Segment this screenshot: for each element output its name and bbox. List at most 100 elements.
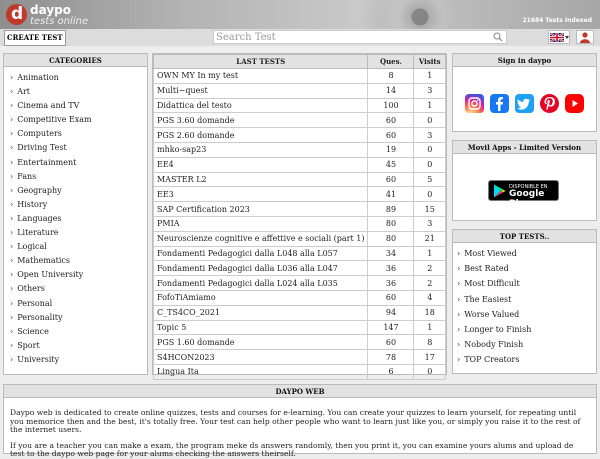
top-tests-item[interactable]: Best Rated [457, 261, 596, 276]
test-name-cell[interactable]: Topic 5 [152, 319, 369, 336]
test-name-cell[interactable]: SAP Certification 2023 [152, 201, 369, 217]
ques-cell: 60 [367, 171, 415, 188]
table-row[interactable]: MASTER L2 60 5 [152, 171, 446, 188]
category-item[interactable]: University [10, 353, 147, 367]
table-row[interactable]: EE4 45 0 [152, 156, 446, 173]
ques-cell: 36 [367, 275, 415, 291]
table-row[interactable]: Didattica del testo 100 1 [152, 97, 446, 114]
table-row[interactable]: Multi~quest 14 3 [152, 82, 446, 99]
table-row[interactable]: PGS 1.60 domande 60 8 [152, 334, 446, 351]
test-name-cell[interactable]: Didattica del testo [152, 97, 369, 114]
categories-title: CATEGORIES [4, 54, 147, 67]
table-row[interactable]: Topic 5 147 1 [152, 319, 446, 336]
test-name-cell[interactable]: Fondamenti Pedagogici dalla L024 alla L0… [152, 275, 369, 291]
test-name-cell[interactable]: mhko-sap23 [152, 141, 369, 158]
twitter-icon[interactable] [515, 94, 534, 113]
google-play-badge[interactable]: DISPONIBLE EN Google Play [488, 180, 559, 209]
table-row[interactable]: PGS 2.60 domande 60 3 [152, 127, 446, 143]
table-row[interactable]: S4HCON2023 78 17 [152, 349, 446, 365]
test-name-cell[interactable]: Fondamenti Pedagogici dalla L048 alla L0… [152, 245, 369, 262]
pinterest-icon[interactable] [540, 94, 559, 113]
test-name-cell[interactable]: PMIA [152, 215, 369, 232]
last-tests-title: LAST TESTS [152, 54, 369, 69]
instagram-icon[interactable] [465, 94, 484, 113]
category-item[interactable]: Sport [10, 339, 147, 353]
table-row[interactable]: PMIA 80 3 [152, 215, 446, 232]
category-item[interactable]: Geography [10, 184, 147, 198]
top-tests-item[interactable]: Nobody Finish [457, 337, 596, 352]
test-name-cell[interactable]: MASTER L2 [152, 171, 369, 188]
categories-panel: CATEGORIES AnimationArtCinema and TVComp… [3, 53, 148, 375]
table-row[interactable]: PGS 3.60 domande 60 0 [152, 112, 446, 129]
category-item[interactable]: Personal [10, 297, 147, 311]
table-row[interactable]: Fondamenti Pedagogici dalla L024 alla L0… [152, 275, 446, 291]
search-icon[interactable] [493, 32, 503, 42]
table-row[interactable]: mhko-sap23 19 0 [152, 141, 446, 158]
category-item[interactable]: Personality [10, 311, 147, 325]
daypo-web-panel: DAYPO WEB Daypo web is dedicated to crea… [3, 384, 597, 458]
category-item[interactable]: Languages [10, 212, 147, 226]
test-name-cell[interactable]: OWN MY In my test [152, 68, 369, 84]
test-name-cell[interactable]: PGS 1.60 domande [152, 334, 369, 351]
visits-cell: 8 [413, 334, 446, 351]
create-test-button[interactable]: CREATE TEST [4, 30, 66, 46]
category-item[interactable]: Driving Test [10, 141, 147, 155]
top-tests-item[interactable]: Longer to Finish [457, 322, 596, 337]
language-selector[interactable] [548, 30, 570, 44]
top-tests-item[interactable]: Worse Valued [457, 307, 596, 322]
test-name-cell[interactable]: S4HCON2023 [152, 349, 369, 365]
search-box[interactable] [213, 30, 507, 44]
category-item[interactable]: Art [10, 85, 147, 99]
logo-icon[interactable]: d [6, 4, 27, 25]
test-name-cell[interactable]: Neuroscienze cognitive e affettive e soc… [152, 230, 369, 247]
ques-cell: 80 [367, 230, 415, 247]
signin-title: Sign in daypo [453, 54, 596, 67]
category-item[interactable]: Mathematics [10, 254, 147, 268]
user-login-button[interactable] [576, 30, 594, 44]
top-tests-panel: TOP TESTS.. Most ViewedBest RatedMost Di… [452, 229, 597, 374]
test-name-cell[interactable]: Fondamenti Pedagogici dalla L036 alla L0… [152, 260, 369, 277]
table-row[interactable]: Fondamenti Pedagogici dalla L048 alla L0… [152, 245, 446, 262]
category-item[interactable]: Animation [10, 71, 147, 85]
test-name-cell[interactable]: EE3 [152, 186, 369, 203]
visits-cell: 4 [413, 289, 446, 306]
category-item[interactable]: Others [10, 282, 147, 296]
facebook-icon[interactable] [490, 94, 509, 113]
categories-list: AnimationArtCinema and TVCompetitive Exa… [4, 67, 147, 367]
category-item[interactable]: Cinema and TV [10, 99, 147, 113]
top-tests-item[interactable]: Most Difficult [457, 276, 596, 291]
test-name-cell[interactable]: Multi~quest [152, 82, 369, 99]
category-item[interactable]: Logical [10, 240, 147, 254]
category-item[interactable]: Literature [10, 226, 147, 240]
test-name-cell[interactable]: PGS 3.60 domande [152, 112, 369, 129]
category-item[interactable]: Computers [10, 127, 147, 141]
table-row[interactable]: C_TS4CO_2021 94 18 [152, 304, 446, 321]
search-input[interactable] [216, 31, 486, 43]
google-play-icon [494, 184, 506, 198]
test-name-cell[interactable]: C_TS4CO_2021 [152, 304, 369, 321]
test-name-cell[interactable]: PGS 2.60 domande [152, 127, 369, 143]
top-tests-item[interactable]: Most Viewed [457, 246, 596, 261]
logo-name[interactable]: daypo [30, 4, 71, 16]
visits-cell: 18 [413, 304, 446, 321]
table-row[interactable]: Neuroscienze cognitive e affettive e soc… [152, 230, 446, 247]
top-tests-item[interactable]: The Easiest [457, 292, 596, 307]
category-item[interactable]: History [10, 198, 147, 212]
ques-cell: 34 [367, 245, 415, 262]
category-item[interactable]: Science [10, 325, 147, 339]
top-tests-item[interactable]: TOP Creators [457, 352, 596, 367]
table-row[interactable]: SAP Certification 2023 89 15 [152, 201, 446, 217]
table-row[interactable]: FofoTiAmiamo 60 4 [152, 289, 446, 306]
test-name-cell[interactable]: FofoTiAmiamo [152, 289, 369, 306]
table-row[interactable]: OWN MY In my test 8 1 [152, 68, 446, 84]
table-row[interactable]: EE3 41 0 [152, 186, 446, 203]
category-item[interactable]: Entertainment [10, 156, 147, 170]
category-item[interactable]: Fans [10, 170, 147, 184]
category-item[interactable]: Open University [10, 268, 147, 282]
category-item[interactable]: Competitive Exam [10, 113, 147, 127]
test-name-cell[interactable]: Lingua Ita [152, 363, 369, 380]
table-row[interactable]: Lingua Ita 6 0 [152, 363, 446, 380]
table-row[interactable]: Fondamenti Pedagogici dalla L036 alla L0… [152, 260, 446, 277]
test-name-cell[interactable]: EE4 [152, 156, 369, 173]
youtube-icon[interactable] [565, 94, 584, 113]
